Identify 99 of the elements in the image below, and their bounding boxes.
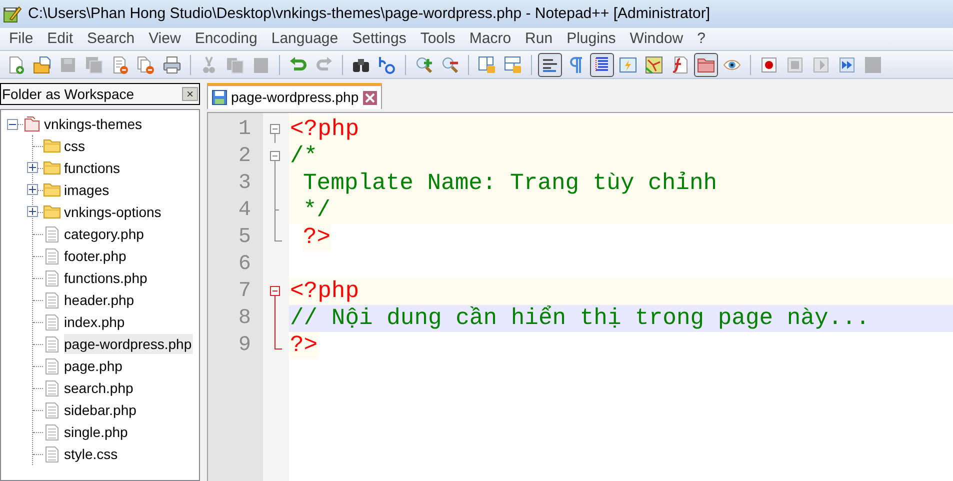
line-number: 1 <box>237 117 252 143</box>
pilcrow-icon <box>567 56 585 74</box>
file-tab[interactable]: page-wordpress.php <box>207 83 382 109</box>
record-icon <box>760 56 778 74</box>
folder-icon <box>43 205 61 219</box>
code-line: /* <box>290 143 318 170</box>
folder-icon <box>43 139 61 153</box>
folder-icon <box>23 116 41 132</box>
document-icon <box>45 402 59 418</box>
document-icon <box>45 248 59 264</box>
function-document-icon <box>671 56 689 74</box>
line-number: 9 <box>237 333 252 359</box>
document-icon <box>45 226 59 242</box>
folder-tree-item[interactable]: vnkings-options <box>64 202 162 222</box>
notepad-icon <box>2 4 22 24</box>
zoom-in-icon <box>415 56 433 74</box>
close-button[interactable]: × <box>182 87 198 101</box>
menu-item[interactable]: Macro <box>462 28 518 50</box>
menu-item[interactable]: Plugins <box>560 28 623 50</box>
file-tree-item[interactable]: category.php <box>64 224 145 244</box>
toolbar-button[interactable] <box>590 52 614 76</box>
document-icon <box>45 336 59 352</box>
collapse-toggle-icon[interactable] <box>7 118 18 130</box>
play-icon <box>812 56 830 74</box>
code-line: // Nội dung cần hiển thị trong page này... <box>290 305 870 332</box>
document-icon <box>45 314 59 330</box>
file-tree-item[interactable]: search.php <box>64 378 134 398</box>
printer-icon <box>163 56 181 74</box>
document-icon <box>45 358 59 374</box>
fast-forward-icon <box>838 56 856 74</box>
folder-tree-item[interactable]: images <box>64 180 110 200</box>
menu-item[interactable]: Language <box>264 28 346 50</box>
expand-toggle-icon[interactable] <box>27 162 38 173</box>
file-tree-item[interactable]: sidebar.php <box>64 400 138 420</box>
expand-toggle-icon[interactable] <box>27 184 38 195</box>
toolbar-button[interactable] <box>694 52 718 76</box>
fold-marker-icon[interactable] <box>270 151 280 170</box>
line-number: 7 <box>237 279 252 305</box>
toolbar-button[interactable] <box>538 52 562 76</box>
line-number: 2 <box>237 144 252 170</box>
document-icon <box>45 424 59 440</box>
menu-item[interactable]: Edit <box>40 28 80 50</box>
copy-icon <box>226 56 244 74</box>
floppy-disks-icon <box>85 56 103 74</box>
menu-item[interactable]: Encoding <box>188 28 264 50</box>
undo-arrow-icon <box>289 56 307 74</box>
file-tree-item[interactable]: page-wordpress.php <box>64 334 193 354</box>
folder-tree-item[interactable]: functions <box>64 158 122 178</box>
menu-item[interactable]: Search <box>80 28 142 50</box>
locked-panes-icon <box>504 56 522 74</box>
new-file-icon <box>7 56 25 74</box>
window-title: C:\Users\Phan Hong Studio\Desktop\vnkings-themes\page-wordpress.php - Notepad++ [Administrator] <box>28 4 710 24</box>
menu-item[interactable]: Window <box>622 28 690 50</box>
line-number: 6 <box>237 252 252 278</box>
zoom-out-icon <box>441 56 459 74</box>
panel-title: Folder as Workspace <box>2 84 134 104</box>
file-tree-item[interactable]: single.php <box>64 422 129 442</box>
folder-tree-item[interactable]: css <box>64 136 86 156</box>
file-tree-item[interactable]: index.php <box>64 312 126 332</box>
file-tree-item[interactable]: header.php <box>64 290 136 310</box>
line-number: 3 <box>237 171 252 197</box>
documents-close-icon <box>137 56 155 74</box>
locked-panes-icon <box>478 56 496 74</box>
line-number: 4 <box>237 198 252 224</box>
folder-icon <box>697 56 715 74</box>
open-folder-icon <box>33 56 51 74</box>
close-tab-icon[interactable] <box>362 90 377 104</box>
folder-icon <box>43 161 61 175</box>
lightning-window-icon <box>619 56 637 74</box>
folder-tree-item[interactable]: vnkings-themes <box>44 114 144 134</box>
redo-arrow-icon <box>315 56 333 74</box>
document-close-icon <box>111 56 129 74</box>
file-tree-item[interactable]: functions.php <box>64 268 148 288</box>
folder-icon <box>43 183 61 197</box>
document-icon <box>45 380 59 396</box>
code-line: */ <box>303 197 331 224</box>
line-number: 5 <box>237 225 252 251</box>
menu-item[interactable]: Run <box>518 28 560 50</box>
scissors-icon <box>200 56 218 74</box>
menu-item[interactable]: File <box>2 28 40 50</box>
document-icon <box>45 292 59 308</box>
replace-icon <box>378 56 396 74</box>
line-number: 8 <box>237 306 252 332</box>
document-icon <box>45 270 59 286</box>
code-line: Template Name: Trang tùy chỉnh <box>303 170 718 197</box>
menu-item[interactable]: Tools <box>413 28 462 50</box>
fold-marker-icon[interactable] <box>270 124 280 143</box>
menu-item[interactable]: ? <box>690 28 712 50</box>
stop-icon <box>786 56 804 74</box>
file-tree-item[interactable]: style.css <box>64 444 119 464</box>
file-tree-item[interactable]: page.php <box>64 356 124 376</box>
fold-marker-icon[interactable] <box>270 286 280 305</box>
menu-item[interactable]: View <box>142 28 188 50</box>
menu-item[interactable]: Settings <box>345 28 414 50</box>
map-icon <box>645 56 663 74</box>
indent-guide-icon <box>593 56 611 74</box>
document-icon <box>45 446 59 462</box>
expand-toggle-icon[interactable] <box>27 206 38 217</box>
file-tree-item[interactable]: footer.php <box>64 246 128 266</box>
